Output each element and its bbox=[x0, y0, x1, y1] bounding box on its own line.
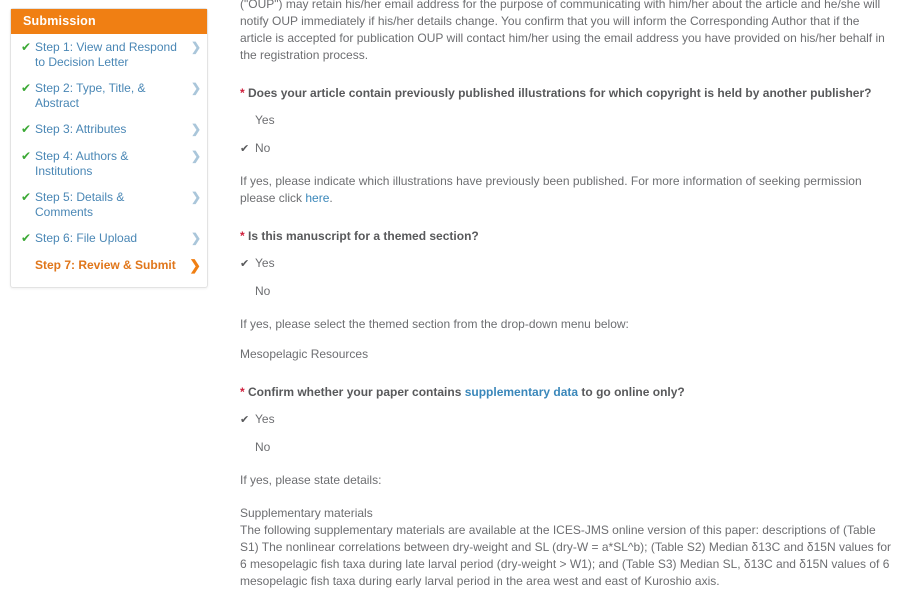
sidebar-item-step-3[interactable]: ✔ Step 3: Attributes ❯ bbox=[11, 116, 207, 143]
submission-sidebar: Submission ✔ Step 1: View and Respond to… bbox=[10, 8, 208, 288]
question-helper-text: If yes, please indicate which illustrati… bbox=[240, 173, 892, 207]
radio-option-label: Yes bbox=[255, 256, 275, 270]
radio-option-label: No bbox=[255, 440, 271, 454]
sidebar-item-step-2[interactable]: ✔ Step 2: Type, Title, & Abstract ❯ bbox=[11, 75, 207, 116]
chevron-right-icon: ❯ bbox=[190, 190, 201, 204]
sidebar-item-label: Step 2: Type, Title, & Abstract bbox=[35, 81, 146, 110]
question-title: * Does your article contain previously p… bbox=[240, 85, 892, 101]
supplementary-data-link[interactable]: supplementary data bbox=[465, 385, 578, 399]
radio-unchecked-icon: ✔ bbox=[240, 285, 255, 300]
question-helper-text: If yes, please select the themed section… bbox=[240, 317, 629, 331]
radio-option-yes[interactable]: ✔ Yes bbox=[240, 412, 892, 428]
radio-option-no[interactable]: ✔ No bbox=[240, 141, 892, 157]
sidebar-item-label: Step 1: View and Respond to Decision Let… bbox=[35, 40, 177, 69]
check-icon: ✔ bbox=[21, 81, 32, 95]
check-icon: ✔ bbox=[21, 231, 32, 245]
sidebar-item-step-5[interactable]: ✔ Step 5: Details & Comments ❯ bbox=[11, 184, 207, 225]
question-text-pre: Confirm whether your paper contains bbox=[248, 385, 465, 399]
check-icon: ✔ bbox=[21, 40, 32, 54]
question-title: * Is this manuscript for a themed sectio… bbox=[240, 228, 892, 244]
themed-section-value: Mesopelagic Resources bbox=[240, 347, 369, 361]
required-asterisk: * bbox=[240, 229, 245, 243]
question-supplementary-data: * Confirm whether your paper contains su… bbox=[240, 384, 892, 590]
chevron-right-icon: ❯ bbox=[190, 81, 201, 95]
supplementary-materials-details: Supplementary materials The following su… bbox=[240, 506, 891, 588]
helper-text-post: . bbox=[329, 191, 333, 205]
sidebar-item-label: Step 6: File Upload bbox=[35, 231, 138, 245]
sidebar-item-label: Step 5: Details & Comments bbox=[35, 190, 125, 219]
radio-option-label: No bbox=[255, 284, 271, 298]
radio-checked-icon: ✔ bbox=[240, 414, 250, 426]
radio-option-no[interactable]: ✔ No bbox=[240, 440, 892, 456]
sidebar-item-step-6[interactable]: ✔ Step 6: File Upload ❯ bbox=[11, 225, 207, 252]
check-icon-placeholder: ✔ bbox=[21, 258, 35, 273]
question-helper-text: If yes, please state details: bbox=[240, 473, 382, 487]
consent-intro-paragraph: ("OUP") may retain his/her email address… bbox=[240, 0, 885, 62]
radio-option-label: Yes bbox=[255, 113, 275, 127]
required-asterisk: * bbox=[240, 86, 245, 100]
sidebar-item-step-7[interactable]: ✔ Step 7: Review & Submit ❯ bbox=[11, 252, 207, 279]
question-prev-published-illustrations: * Does your article contain previously p… bbox=[240, 85, 892, 207]
submission-review-page: Submission ✔ Step 1: View and Respond to… bbox=[0, 0, 902, 608]
chevron-right-icon: ❯ bbox=[190, 149, 201, 163]
sidebar-header-title: Submission bbox=[11, 9, 207, 34]
radio-unchecked-icon: ✔ bbox=[240, 114, 255, 129]
sidebar-item-label: Step 3: Attributes bbox=[35, 122, 127, 136]
radio-checked-icon: ✔ bbox=[240, 258, 250, 270]
chevron-right-icon: ❯ bbox=[190, 122, 201, 136]
radio-checked-icon: ✔ bbox=[240, 143, 250, 155]
sidebar-item-label: Step 7: Review & Submit bbox=[35, 258, 176, 272]
chevron-right-icon: ❯ bbox=[190, 231, 201, 245]
helper-text-pre: If yes, please indicate which illustrati… bbox=[240, 174, 862, 205]
sidebar-item-step-1[interactable]: ✔ Step 1: View and Respond to Decision L… bbox=[11, 34, 207, 75]
radio-option-no[interactable]: ✔ No bbox=[240, 284, 892, 300]
permission-info-link[interactable]: here bbox=[305, 191, 329, 205]
check-icon: ✔ bbox=[21, 149, 32, 163]
chevron-right-icon: ❯ bbox=[189, 257, 201, 273]
check-icon: ✔ bbox=[21, 122, 32, 136]
radio-unchecked-icon: ✔ bbox=[240, 441, 255, 456]
radio-option-yes[interactable]: ✔ Yes bbox=[240, 256, 892, 272]
radio-option-label: No bbox=[255, 141, 271, 155]
check-icon: ✔ bbox=[21, 190, 32, 204]
sidebar-item-step-4[interactable]: ✔ Step 4: Authors & Institutions ❯ bbox=[11, 143, 207, 184]
review-form-content: ("OUP") may retain his/her email address… bbox=[240, 0, 892, 608]
sidebar-item-label: Step 4: Authors & Institutions bbox=[35, 149, 129, 178]
radio-option-yes[interactable]: ✔ Yes bbox=[240, 113, 892, 129]
question-text: Is this manuscript for a themed section? bbox=[248, 229, 479, 243]
question-themed-section: * Is this manuscript for a themed sectio… bbox=[240, 228, 892, 363]
question-text: Does your article contain previously pub… bbox=[248, 86, 872, 100]
chevron-right-icon: ❯ bbox=[190, 40, 201, 54]
required-asterisk: * bbox=[240, 385, 245, 399]
question-text-post: to go online only? bbox=[578, 385, 685, 399]
question-title: * Confirm whether your paper contains su… bbox=[240, 384, 892, 400]
radio-option-label: Yes bbox=[255, 412, 275, 426]
